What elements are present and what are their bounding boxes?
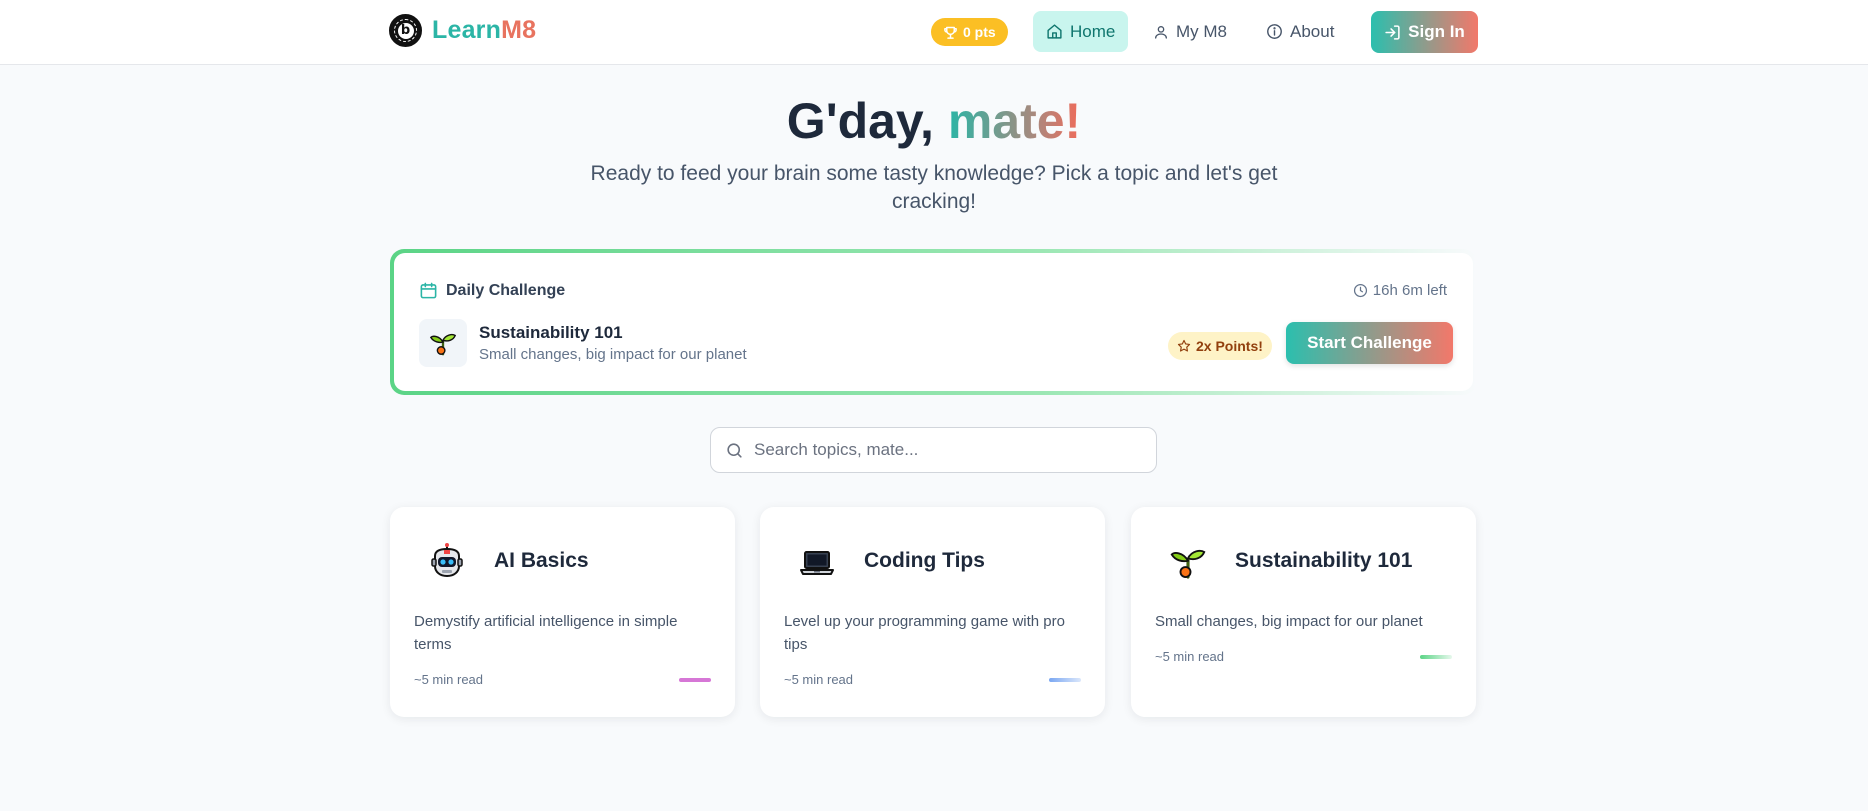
page-subtitle: Ready to feed your brain some tasty know…: [590, 162, 1278, 213]
topic-description: Demystify artificial intelligence in sim…: [414, 613, 678, 653]
topic-icon: [426, 541, 468, 583]
topic-title: Sustainability 101: [1235, 549, 1413, 572]
topic-accent-bar: [679, 678, 711, 682]
start-challenge-button[interactable]: Start Challenge: [1286, 322, 1453, 364]
sign-in-icon: [1385, 24, 1400, 40]
search-input[interactable]: [754, 440, 1134, 460]
seedling-icon: [429, 333, 457, 356]
nav-about[interactable]: About: [1253, 11, 1347, 52]
read-time: ~5 min read: [784, 672, 854, 687]
topic-accent-bar: [1420, 655, 1452, 659]
home-icon: [1047, 24, 1062, 39]
points-label: 0 pts: [963, 24, 996, 40]
topic-card-coding-tips[interactable]: Coding Tips Level up your programming ga…: [760, 507, 1105, 717]
user-icon: [1155, 25, 1167, 39]
trophy-icon: [944, 26, 957, 39]
brand-name-part1: Learn: [432, 16, 502, 44]
brand-name-part2: M8: [501, 16, 537, 44]
topic-accent-bar: [1049, 678, 1081, 682]
challenge-topic-icon: [419, 319, 467, 367]
topic-icon: [1167, 541, 1209, 583]
greeting-highlight: mate!: [947, 93, 1082, 149]
nav-my-m8-label: My M8: [1176, 21, 1227, 41]
top-header: b LearnM8 0 pts Home My M8 About Sign In: [0, 0, 1868, 65]
topic-title: AI Basics: [494, 549, 589, 572]
challenge-topic-description: Small changes, big impact for our planet: [479, 346, 747, 363]
sign-in-button[interactable]: Sign In: [1371, 11, 1478, 53]
topic-title: Coding Tips: [864, 549, 985, 572]
calendar-icon: [420, 282, 437, 299]
greeting-text: G'day,: [786, 93, 948, 149]
daily-challenge-card: Daily Challenge 16h 6m left Sustainabili…: [390, 249, 1477, 395]
topic-card-sustainability[interactable]: Sustainability 101 Small changes, big im…: [1131, 507, 1476, 717]
topic-description: Level up your programming game with pro …: [784, 613, 1065, 653]
nav-about-label: About: [1290, 21, 1335, 41]
read-time: ~5 min read: [414, 672, 484, 687]
star-icon: [1177, 339, 1191, 352]
page-title: G'day, mate!: [0, 92, 1868, 150]
search-box: [710, 427, 1157, 473]
seedling-icon: [1170, 549, 1206, 579]
sign-in-label: Sign In: [1408, 22, 1465, 41]
points-badge[interactable]: 0 pts: [931, 18, 1008, 46]
robot-icon: [431, 543, 463, 578]
nav-my-m8[interactable]: My M8: [1140, 11, 1240, 52]
daily-challenge-body: Daily Challenge 16h 6m left Sustainabili…: [394, 253, 1473, 391]
daily-challenge-heading: Daily Challenge: [446, 281, 566, 299]
nav-home[interactable]: Home: [1033, 11, 1129, 52]
logo-icon: b: [389, 14, 422, 47]
brand-name: LearnM8: [432, 16, 536, 45]
topic-description: Small changes, big impact for our planet: [1155, 613, 1423, 630]
time-left: 16h 6m left: [1353, 282, 1447, 299]
info-icon: [1267, 24, 1282, 39]
time-left-label: 16h 6m left: [1372, 282, 1447, 299]
search-icon: [727, 442, 742, 458]
brand[interactable]: b LearnM8: [389, 14, 536, 47]
bonus-badge: 2x Points!: [1168, 332, 1272, 360]
daily-challenge-header: Daily Challenge: [419, 281, 565, 300]
bonus-badge-label: 2x Points!: [1196, 338, 1263, 354]
topic-icon: [796, 541, 838, 583]
logo-glyph: b: [397, 22, 414, 39]
nav-home-label: Home: [1070, 21, 1116, 41]
laptop-icon: [800, 551, 834, 575]
clock-icon: [1353, 283, 1367, 298]
read-time: ~5 min read: [1155, 649, 1225, 664]
topic-card-ai-basics[interactable]: AI Basics Demystify artificial intellige…: [390, 507, 735, 717]
challenge-topic-title: Sustainability 101: [479, 323, 623, 342]
